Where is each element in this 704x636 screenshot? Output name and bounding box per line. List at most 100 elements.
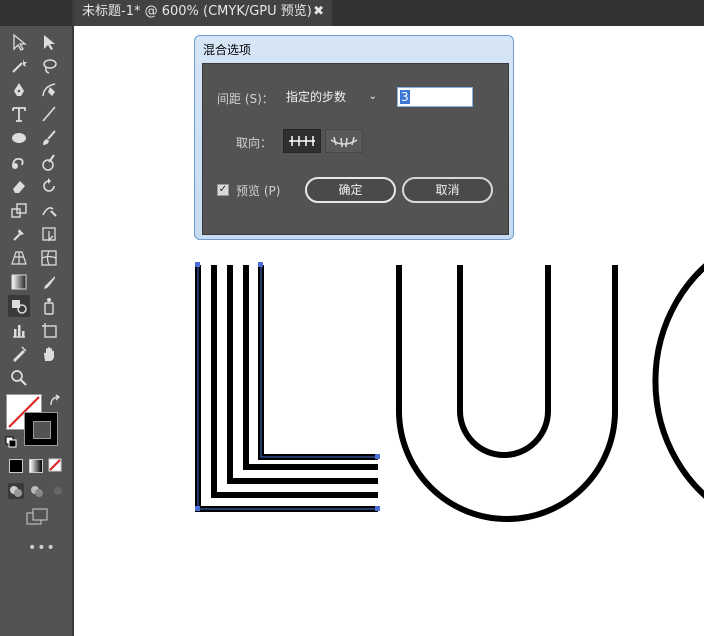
dialog-body: 间距 (S)： 指定的步数 ⌄ 3 取向： ✓ 预览 (P) 确定 取消 xyxy=(202,63,509,235)
artboard-tool[interactable] xyxy=(38,319,60,341)
blend-tool[interactable] xyxy=(8,295,30,317)
tool-row xyxy=(0,54,72,78)
zoom-tool[interactable] xyxy=(8,367,30,389)
magic-wand-tool[interactable] xyxy=(8,55,30,77)
align-to-path-button[interactable] xyxy=(325,129,363,153)
curvature-icon xyxy=(42,83,56,97)
selection-tool[interactable] xyxy=(8,31,30,53)
line-segment-tool[interactable] xyxy=(38,103,60,125)
lasso-tool[interactable] xyxy=(38,55,60,77)
line-segment-icon xyxy=(42,106,56,122)
preview-label: 预览 (P) xyxy=(236,184,281,198)
column-graph-tool[interactable] xyxy=(8,319,30,341)
shaper-tool[interactable] xyxy=(8,151,30,173)
pen-tool[interactable] xyxy=(8,79,30,101)
spacing-dropdown[interactable]: 指定的步数 ⌄ xyxy=(281,87,381,107)
close-tab-icon[interactable]: ✖ xyxy=(313,0,324,24)
more-tools-icon[interactable]: ••• xyxy=(28,540,56,556)
mesh-icon xyxy=(41,250,57,266)
mesh-tool[interactable] xyxy=(38,247,60,269)
zoom-icon xyxy=(11,370,27,386)
type-icon xyxy=(12,107,26,122)
tool-row xyxy=(0,174,72,198)
dialog-title: 混合选项 xyxy=(203,43,252,57)
draw-behind-icon[interactable] xyxy=(29,483,45,499)
selection-anchor-points xyxy=(195,262,380,511)
perspective-grid-tool[interactable] xyxy=(8,247,30,269)
letter-u-outline xyxy=(396,265,618,522)
letter-l-stroke-2 xyxy=(211,265,378,498)
paintbrush-icon xyxy=(43,130,56,145)
gradient-tool[interactable] xyxy=(8,271,30,293)
tool-row xyxy=(0,318,72,342)
slice-tool[interactable] xyxy=(8,343,30,365)
tool-row xyxy=(0,30,72,54)
orientation-label: 取向： xyxy=(236,136,273,150)
curvature-tool[interactable] xyxy=(38,79,60,101)
rotate-tool[interactable] xyxy=(38,175,60,197)
letter-l-selection xyxy=(197,265,378,510)
draw-inside-icon[interactable] xyxy=(50,483,66,499)
tool-row xyxy=(0,246,72,270)
document-tab-bar: 未标题-1* @ 600% (CMYK/GPU 预览) ✖ xyxy=(74,0,704,26)
letter-c-outline xyxy=(652,263,704,499)
slice-icon xyxy=(13,346,27,362)
steps-value: 3 xyxy=(400,90,410,104)
eyedropper-icon xyxy=(44,276,55,289)
hand-tool[interactable] xyxy=(38,343,60,365)
tool-row xyxy=(0,342,72,366)
default-colors-icon[interactable] xyxy=(5,436,17,448)
hand-icon xyxy=(44,347,54,361)
tools-panel: ••• xyxy=(0,0,74,636)
tool-row xyxy=(0,150,72,174)
gradient-mode-icon[interactable] xyxy=(29,459,43,473)
magic-wand-icon xyxy=(12,59,27,73)
letter-l-stroke-4 xyxy=(243,265,378,470)
scale-tool[interactable] xyxy=(8,199,30,221)
artboard-icon xyxy=(42,323,57,338)
warp-icon xyxy=(42,207,57,217)
spacing-value: 指定的步数 xyxy=(286,90,347,104)
eraser-tool[interactable] xyxy=(8,175,30,197)
blob-brush-icon xyxy=(42,154,55,171)
blob-brush-tool[interactable] xyxy=(38,151,60,173)
ellipse-tool[interactable] xyxy=(8,127,30,149)
pen-icon xyxy=(14,83,24,96)
ok-button[interactable]: 确定 xyxy=(305,177,396,203)
blend-icon xyxy=(12,300,27,314)
symbol-sprayer-icon xyxy=(44,298,54,315)
document-tab[interactable]: 未标题-1* @ 600% (CMYK/GPU 预览) ✖ xyxy=(74,0,332,26)
swap-fill-stroke-icon[interactable] xyxy=(48,394,62,408)
steps-input[interactable]: 3 xyxy=(397,87,473,107)
direct-selection-tool[interactable] xyxy=(38,31,60,53)
tool-row xyxy=(0,102,72,126)
symbol-sprayer-tool[interactable] xyxy=(38,295,60,317)
draw-normal-icon[interactable] xyxy=(8,483,24,499)
free-transform-tool[interactable] xyxy=(38,223,60,245)
stroke-swatch[interactable] xyxy=(24,412,58,446)
free-transform-icon xyxy=(42,227,56,242)
preview-checkbox[interactable]: ✓ xyxy=(217,184,229,196)
blend-options-dialog: 混合选项 间距 (S)： 指定的步数 ⌄ 3 取向： ✓ 预览 (P) 确定 取… xyxy=(194,35,514,240)
color-mode-icon[interactable] xyxy=(9,459,23,473)
align-to-page-button[interactable] xyxy=(283,129,321,153)
eyedropper-tool[interactable] xyxy=(38,271,60,293)
puppet-warp-tool[interactable] xyxy=(8,223,30,245)
none-mode-icon[interactable] xyxy=(48,458,62,472)
cancel-button[interactable]: 取消 xyxy=(402,177,493,203)
screen-mode-icon[interactable] xyxy=(26,508,48,526)
scale-icon xyxy=(11,203,27,218)
perspective-grid-icon xyxy=(11,251,27,265)
letter-l-stroke-5 xyxy=(258,265,378,460)
lasso-icon xyxy=(43,59,57,74)
tool-list xyxy=(0,30,72,390)
selection-icon xyxy=(13,33,27,51)
tool-row xyxy=(0,78,72,102)
tools-panel-header xyxy=(0,0,72,26)
eraser-icon xyxy=(13,181,25,193)
type-tool[interactable] xyxy=(8,103,30,125)
warp-tool[interactable] xyxy=(38,199,60,221)
shaper-icon xyxy=(12,157,24,169)
ellipse-icon xyxy=(12,133,26,143)
paintbrush-tool[interactable] xyxy=(38,127,60,149)
